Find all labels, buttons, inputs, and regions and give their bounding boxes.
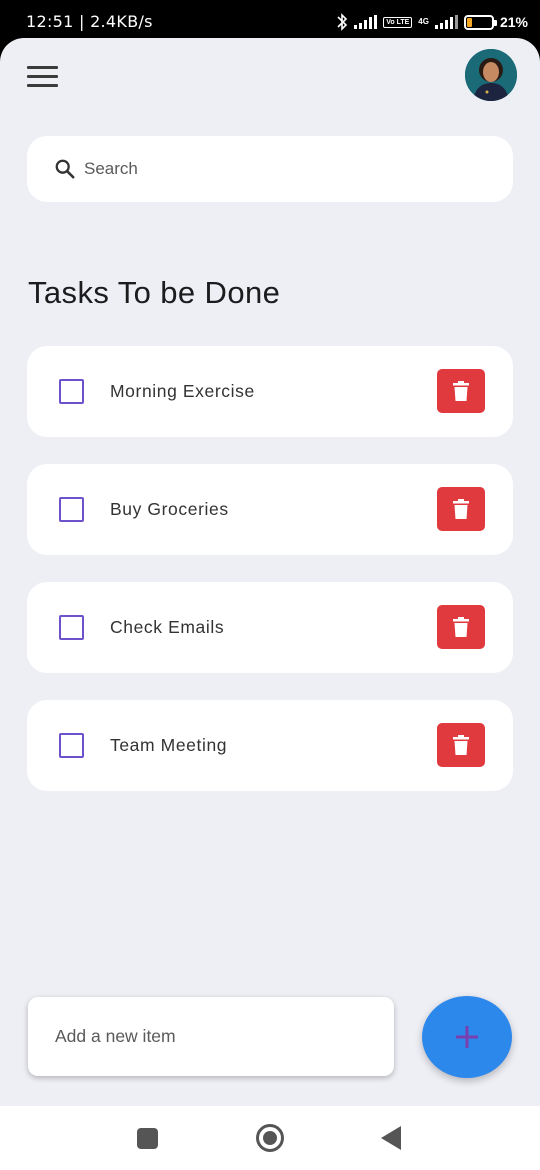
signal-icon [354,15,378,29]
task-checkbox[interactable] [59,733,84,758]
task-label: Check Emails [110,617,225,637]
battery-percentage: 21% [499,14,528,30]
search-input[interactable] [84,159,464,179]
delete-button[interactable] [437,723,485,767]
task-item: Morning Exercise [27,346,513,437]
task-label: Team Meeting [110,735,228,755]
avatar-image [465,49,517,101]
task-checkbox[interactable] [59,379,84,404]
trash-icon [453,499,469,519]
battery-fill [466,17,472,27]
task-item: Check Emails [27,582,513,673]
task-item: Buy Groceries [27,464,513,555]
home-icon[interactable] [256,1124,284,1152]
back-icon[interactable] [381,1126,401,1150]
task-label: Buy Groceries [110,499,229,519]
network-indicator: 4G [418,18,429,26]
add-item-button[interactable] [422,996,512,1078]
battery-icon [463,14,497,30]
user-avatar[interactable] [465,49,517,101]
page-title: Tasks To be Done [28,275,281,310]
plus-icon [456,1026,478,1048]
trash-icon [453,735,469,755]
status-time: 12:51 | 2.4KB/s [26,12,153,31]
search-icon [55,159,75,179]
task-checkbox[interactable] [59,615,84,640]
volte-badge: Vo LTE [383,16,413,28]
task-list: Morning Exercise Buy Groceries Check Ema… [27,346,513,818]
add-item-input[interactable] [55,1026,375,1047]
trash-icon [453,617,469,637]
bluetooth-icon [337,13,348,31]
search-bar[interactable] [27,136,513,202]
signal-icon-2 [434,15,458,29]
trash-icon [453,381,469,401]
hamburger-menu-icon[interactable] [27,66,59,90]
recent-apps-icon[interactable] [137,1128,158,1149]
app-screen: Tasks To be Done Morning Exercise Buy Gr… [0,38,540,1106]
task-label: Morning Exercise [110,381,255,401]
add-item-field[interactable] [28,997,394,1076]
status-icons: Vo LTE 4G 21% [336,11,528,33]
delete-button[interactable] [437,487,485,531]
delete-button[interactable] [437,369,485,413]
task-checkbox[interactable] [59,497,84,522]
network-type: 4G [418,17,429,26]
task-item: Team Meeting [27,700,513,791]
delete-button[interactable] [437,605,485,649]
system-nav-bar [0,1106,540,1170]
